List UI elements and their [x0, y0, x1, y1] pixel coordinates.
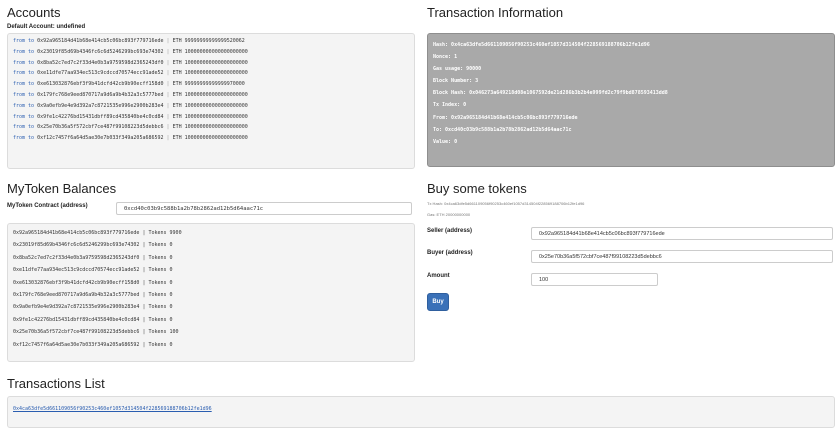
amount-label: Amount: [427, 273, 450, 279]
account-row: from to 0x92a965184d41b68e414cb5c06bc893…: [13, 36, 414, 47]
account-address: 0xe11dfe77aa934ec513c9cdccd70574ecc91ade…: [37, 70, 164, 77]
accounts-list: from to 0x92a965184d41b68e414cb5c06bc893…: [7, 33, 415, 169]
account-row: from to 0x9a0efb9e4e9d392a7c8721535e996e…: [13, 101, 414, 112]
account-from-to-link[interactable]: from to: [13, 38, 34, 44]
account-address: 0x9a0efb9e4e9d392a7c8721535e996e2900b283…: [37, 102, 164, 109]
token-balance-row: 0x179fc768e9eed870717a9d6a9b4b32a3c5777b…: [13, 292, 173, 299]
account-row: from to 0x179fc768e9eed870717a9d6a9b4b32…: [13, 90, 414, 101]
separator: |: [163, 102, 173, 109]
transaction-info-row: Nonce: 1: [433, 54, 458, 61]
token-balances-list: 0x92a965184d41b68e414cb5c06bc893f779716e…: [7, 223, 415, 362]
buy-title: Buy some tokens: [427, 181, 527, 196]
separator: |: [163, 91, 173, 98]
account-from-to-link[interactable]: from to: [13, 92, 34, 98]
account-from-to-link[interactable]: from to: [13, 103, 34, 109]
separator: |: [163, 113, 173, 120]
account-from-to-link[interactable]: from to: [13, 60, 34, 66]
contract-address-label: MyToken Contract (address): [7, 203, 88, 209]
token-balance-row: 0xe11dfe77aa934ec513c9cdccd70574ecc91ade…: [13, 267, 173, 274]
account-from-to-link[interactable]: from to: [13, 114, 34, 120]
token-balance-row: 0x8ba52c7ed7c2f33d4e0b3a9759598d2365243d…: [13, 254, 173, 261]
account-address: 0x8ba52c7ed7c2f33d4e0b3a9759598d2365243d…: [37, 59, 164, 66]
transactions-list-box: 0x4ca63dfe5d661109056f90253c460ef1057d31…: [7, 396, 835, 428]
account-eth-balance: ETH 100000000000000000000: [172, 102, 248, 109]
account-address: 0x179fc768e9eed870717a9d6a9b4b32a3c5777b…: [37, 91, 164, 98]
separator: |: [163, 70, 173, 77]
account-from-to-link[interactable]: from to: [13, 135, 34, 141]
transaction-info-row: Block Number: 3: [433, 78, 479, 85]
transaction-info-row: From: 0x92a965184d41b68e414cb5c06bc893f7…: [433, 114, 578, 121]
accounts-title: Accounts: [7, 5, 61, 20]
transaction-info-row: Hash: 0x4ca63dfe5d661109056f90253c460ef1…: [433, 42, 650, 48]
mytoken-title: MyToken Balances: [7, 181, 117, 196]
separator: |: [163, 48, 173, 55]
account-eth-balance: ETH 100000000000000000000: [172, 59, 248, 66]
buy-button[interactable]: Buy: [427, 293, 449, 311]
separator: |: [163, 135, 173, 142]
transaction-info-title: Transaction Information: [427, 5, 564, 20]
separator: |: [163, 81, 173, 88]
account-address: 0x9fe1c42276bd15431dbff89cd435840be4c0cd…: [37, 113, 164, 120]
transactions-list-title: Transactions List: [7, 376, 105, 391]
account-eth-balance: ETH 100000000000000000000: [172, 70, 248, 77]
account-eth-balance: ETH 100000000000000000000: [172, 48, 248, 55]
account-row: from to 0xe11dfe77aa934ec513c9cdccd70574…: [13, 68, 414, 79]
account-address: 0x23019f85d69b4346fc6c6d5246299bc693e743…: [37, 48, 164, 55]
buy-gas: Gas: ETH 20000000000: [427, 212, 471, 217]
account-eth-balance: ETH 100000000000000000000: [172, 135, 248, 142]
amount-input[interactable]: 100: [531, 273, 658, 286]
seller-input[interactable]: 0x92a965184d41b68e414cb5c06bc893f779716e…: [531, 227, 833, 240]
account-row: from to 0xf12c7457f6a64d5ae30e7b033f349a…: [13, 133, 414, 144]
token-balance-row: 0x23019f85d69b4346fc6c6d5246299bc693e743…: [13, 242, 173, 249]
token-balance-row: 0x25e70b36a5f572cbf7ce487f99108223d5debb…: [13, 329, 179, 336]
default-account-label: Default Account: undefined: [7, 24, 86, 30]
account-row: from to 0x9fe1c42276bd15431dbff89cd43584…: [13, 112, 414, 123]
account-address: 0x25e70b36a5f572cbf7ce487f99108223d5debb…: [37, 124, 164, 131]
transaction-info-row: Block Hash: 0x046273a649218d08e1067592de…: [433, 90, 668, 97]
account-row: from to 0x25e70b36a5f572cbf7ce487f991082…: [13, 122, 414, 133]
separator: |: [163, 59, 173, 66]
transaction-info-row: Tx Index: 0: [433, 102, 467, 109]
account-eth-balance: ETH 100000000000000000000: [172, 91, 248, 98]
account-address: 0xe613032876ebf3f9b41dcfd42cb9b90ecff158…: [37, 81, 164, 88]
separator: |: [163, 124, 173, 131]
token-balance-row: 0x92a965184d41b68e414cb5c06bc893f779716e…: [13, 230, 182, 236]
token-balance-row: 0xe613032876ebf3f9b41dcfd42cb9b90ecff158…: [13, 279, 173, 286]
account-eth-balance: ETH 99999999999999970000: [172, 81, 245, 88]
account-eth-balance: ETH 100000000000000000000: [172, 113, 248, 120]
buyer-input[interactable]: 0x25e70b36a5f572cbf7ce487f99108223d5debb…: [531, 250, 833, 263]
separator: |: [163, 38, 173, 44]
transaction-hash-link[interactable]: 0x4ca63dfe5d661109056f90253c460ef1057d31…: [13, 406, 212, 412]
account-address: 0x92a965184d41b68e414cb5c06bc893f779716e…: [37, 38, 164, 44]
account-eth-balance: ETH 100000000000000000000: [172, 124, 248, 131]
account-row: from to 0x23019f85d69b4346fc6c6d5246299b…: [13, 47, 414, 58]
token-balance-row: 0xf12c7457f6a64d5ae30e7b033f349a205a6865…: [13, 341, 173, 348]
account-row: from to 0xe613032876ebf3f9b41dcfd42cb9b9…: [13, 79, 414, 90]
account-row: from to 0x8ba52c7ed7c2f33d4e0b3a9759598d…: [13, 58, 414, 69]
account-from-to-link[interactable]: from to: [13, 81, 34, 87]
account-from-to-link[interactable]: from to: [13, 124, 34, 130]
token-balance-row: 0x9fe1c42276bd15431dbff89cd435840be4c0cd…: [13, 316, 173, 323]
account-eth-balance: ETH 99999999999999520062: [172, 38, 245, 44]
transaction-info-box: Hash: 0x4ca63dfe5d661109056f90253c460ef1…: [427, 33, 835, 167]
token-balance-row: 0x9a0efb9e4e9d392a7c8721535e996e2900b283…: [13, 304, 173, 311]
transaction-info-row: Gas usage: 90000: [433, 66, 482, 73]
account-address: 0xf12c7457f6a64d5ae30e7b033f349a205a6865…: [37, 135, 164, 142]
transaction-info-row: Value: 0: [433, 138, 458, 145]
account-from-to-link[interactable]: from to: [13, 49, 34, 55]
contract-address-input[interactable]: 0xcd40c03b9c588b1a2b78b2862ad12b5d64aac7…: [116, 202, 412, 215]
account-from-to-link[interactable]: from to: [13, 70, 34, 76]
buy-tx-hash: Tx Hash: 0x4ca63dfe5d661109056f90253c460…: [427, 201, 585, 206]
buyer-label: Buyer (address): [427, 250, 473, 256]
transaction-info-row: To: 0xcd40c03b9c588b1a2b78b2862ad12b5d64…: [433, 126, 572, 133]
seller-label: Seller (address): [427, 228, 473, 234]
